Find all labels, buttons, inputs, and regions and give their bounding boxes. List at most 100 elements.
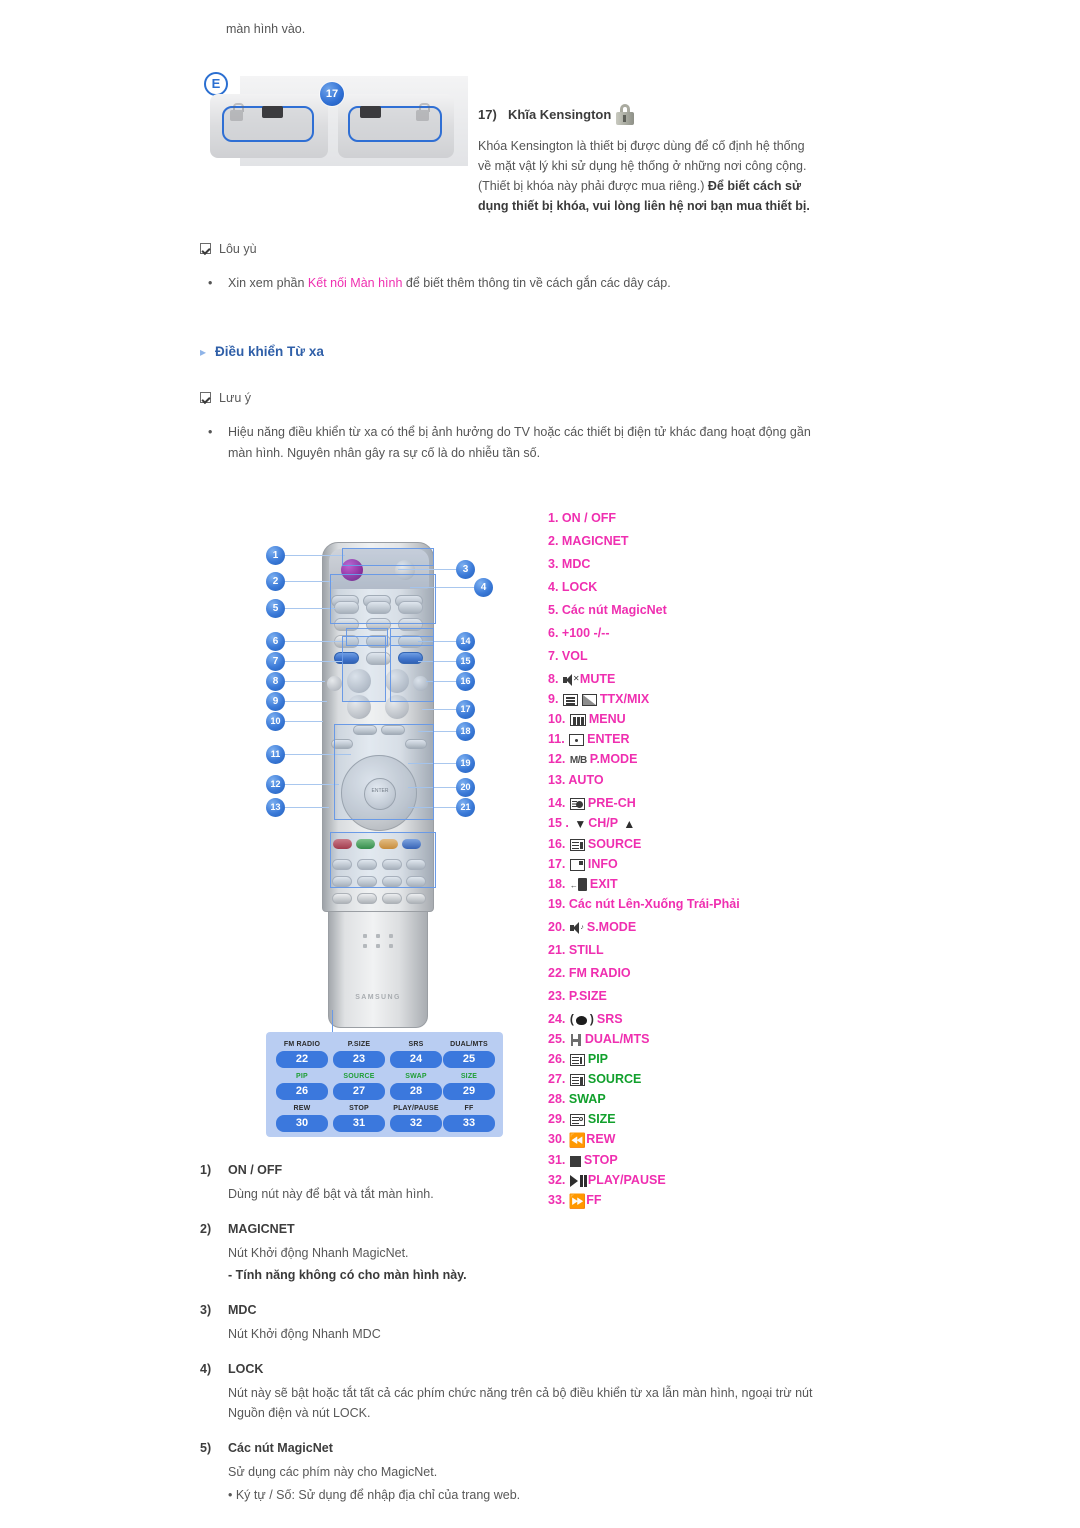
- remote-list-number: 15 .: [548, 816, 573, 830]
- legend-cell-30: REW 30: [276, 1104, 328, 1132]
- legend-num-30: 30: [276, 1115, 328, 1132]
- chevron-right-icon: ▸: [200, 345, 207, 359]
- remote-callout-6: 6: [266, 632, 285, 651]
- remote-list-item-mdc: 3. MDC: [548, 556, 838, 573]
- prech-icon: [569, 798, 585, 810]
- remote-list-item-auto: 13. AUTO: [548, 772, 838, 789]
- remote-list-label: DUAL/MTS: [584, 1032, 650, 1046]
- remote-list-number: 18.: [548, 877, 569, 891]
- legend-cell-26: PIP 26: [276, 1072, 328, 1100]
- remote-list-item-rew: 30. ⏪REW: [548, 1131, 838, 1149]
- remote-list-item-swap: 28. SWAP: [548, 1091, 838, 1108]
- highlight-vol: [342, 636, 386, 702]
- description-heading-on-off: 1) ON / OFF: [200, 1163, 840, 1177]
- remote-list-number: 27.: [548, 1072, 569, 1086]
- samsung-logo: SAMSUNG: [355, 994, 401, 1001]
- legend-num-22: 22: [276, 1051, 328, 1068]
- dual-icon: [570, 1034, 582, 1046]
- remote-callout-19: 19: [456, 754, 475, 773]
- mb-icon: M/B: [569, 755, 587, 766]
- remote-list-label: TTX/MIX: [599, 692, 650, 706]
- legend-num-31: 31: [333, 1115, 385, 1132]
- legend-cell-28: SWAP 28: [390, 1072, 442, 1100]
- remote-list-item-still: 21. STILL: [548, 942, 838, 959]
- highlight-power-row: [342, 548, 434, 566]
- key-stop[interactable]: [357, 893, 377, 904]
- description-body: Nút Khởi động Nhanh MDC: [228, 1324, 840, 1344]
- remote-list-number: 11.: [548, 732, 569, 746]
- legend-cell-32: PLAY/PAUSE 32: [390, 1104, 442, 1132]
- remote-list-label: PIP: [587, 1052, 609, 1066]
- legend-label-31: STOP: [349, 1105, 369, 1112]
- mute-button[interactable]: [327, 676, 342, 691]
- description-title: LOCK: [228, 1362, 264, 1376]
- key-playpause[interactable]: [382, 893, 402, 904]
- remote-list-number: 13.: [548, 773, 569, 787]
- key-rew[interactable]: [332, 893, 352, 904]
- remote-list-item-dual-mts: 25. DUAL/MTS: [548, 1031, 838, 1048]
- remote-list-item-exit: 18. ← EXIT: [548, 876, 838, 893]
- remote-list-number: 6.: [548, 626, 562, 640]
- note-1-bullet: • Xin xem phần Kết nối Màn hình để biết …: [208, 273, 828, 294]
- remote-list-label: Các nút MagicNet: [561, 603, 667, 617]
- connect-monitor-link[interactable]: Kết nối Màn hình: [308, 276, 403, 290]
- remote-list-number: 3.: [548, 557, 562, 571]
- legend-cell-24: SRS 24: [390, 1040, 442, 1068]
- note-1-post: để biết thêm thông tin về cách gắn các d…: [402, 276, 671, 290]
- source-icon: [569, 839, 585, 851]
- checkbox-icon: [200, 243, 211, 254]
- description-title: ON / OFF: [228, 1163, 283, 1177]
- legend-cell-23: P.SIZE 23: [333, 1040, 385, 1068]
- remote-list-item-c-c-n-t-magicnet: 5. Các nút MagicNet: [548, 602, 838, 619]
- remote-list-number: 2.: [548, 534, 562, 548]
- remote-list-label: SIZE: [587, 1112, 616, 1126]
- chevron-up-icon: ▲: [623, 817, 636, 831]
- exit-icon: ←: [570, 878, 587, 891]
- checkbox-icon-2: [200, 392, 211, 403]
- note-1-pre: Xin xem phần: [228, 276, 308, 290]
- note-2-title: Lưu ý: [219, 391, 251, 405]
- remote-list-label: S.MODE: [586, 920, 637, 934]
- remote-list-item-s-mode: 20. ♪ S.MODE: [548, 919, 838, 936]
- remote-list-label: MDC: [561, 557, 591, 571]
- highlight-chp: [390, 636, 434, 702]
- legend-label-23: P.SIZE: [347, 1041, 371, 1048]
- kensington-heading-text: Khĩa Kensington: [508, 107, 612, 122]
- remote-list-label: STILL: [568, 943, 604, 957]
- note-1-bullet-text: Xin xem phần Kết nối Màn hình để biết th…: [228, 273, 828, 294]
- remote-list-number: 5.: [548, 603, 562, 617]
- legend-label-24: SRS: [408, 1041, 424, 1048]
- legend-label-28: SWAP: [405, 1073, 427, 1080]
- remote-lower-shell: SAMSUNG: [328, 912, 428, 1028]
- remote-list-number: 1.: [548, 511, 562, 525]
- key-ff[interactable]: [406, 893, 426, 904]
- remote-callout-8: 8: [266, 672, 285, 691]
- source2-icon: [569, 1074, 585, 1086]
- remote-list-item-enter: 11. ENTER: [548, 731, 838, 748]
- remote-list-item-size: 29. SIZE: [548, 1111, 838, 1128]
- smode-icon: ♪: [569, 922, 584, 934]
- remote-control-figure: ENTER SAMSUNG 1 2 5 6 7 8 9 10 11 12 13 …: [258, 520, 513, 1137]
- remote-list-label: Các nút Lên-Xuống Trái-Phải: [568, 897, 740, 911]
- description-heading-c-c-n-t-magicnet: 5) Các nút MagicNet: [200, 1441, 840, 1455]
- legend-label-32: PLAY/PAUSE: [393, 1105, 439, 1112]
- remote-list-number: 9.: [548, 692, 562, 706]
- remote-list-label: SWAP: [568, 1092, 606, 1106]
- remote-list-label: SOURCE: [587, 837, 642, 851]
- remote-callout-21: 21: [456, 798, 475, 817]
- legend-num-23: 23: [333, 1051, 385, 1068]
- manual-page: màn hình vào. E 17 17) Khĩa Kensington Kh…: [0, 0, 1080, 1528]
- mute-icon: ✕: [562, 674, 580, 686]
- remote-legend-grid: FM RADIO 22 P.SIZE 23 SRS 24 DUAL/MTS 25…: [266, 1010, 503, 1137]
- remote-list-label: ON / OFF: [561, 511, 617, 525]
- remote-list-label: ENTER: [587, 732, 630, 746]
- description-number: 3): [200, 1303, 212, 1317]
- remote-list-number: 29.: [548, 1112, 569, 1126]
- legend-num-33: 33: [443, 1115, 495, 1132]
- remote-list-label: FM RADIO: [568, 966, 631, 980]
- legend-cell-31: STOP 31: [333, 1104, 385, 1132]
- note-2-heading: Lưu ý: [200, 391, 251, 405]
- remote-list-item-p-mode: 12. M/B P.MODE: [548, 751, 838, 769]
- section-heading-text: Điều khiển Từ xa: [215, 344, 324, 359]
- remote-list-number: 7.: [548, 649, 562, 663]
